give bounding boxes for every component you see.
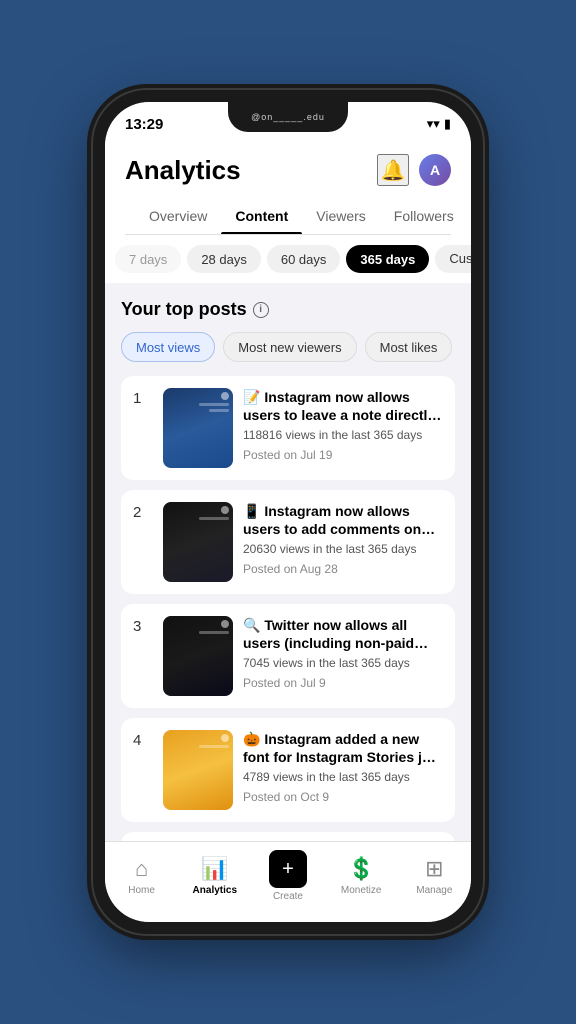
table-row[interactable]: 5 📱 Threads now allows users to share a … [121, 832, 455, 841]
post-title: 🔍 Twitter now allows all users (includin… [243, 616, 443, 652]
create-button[interactable]: + [269, 850, 307, 888]
post-info: 📝 Instagram now allows users to leave a … [243, 388, 443, 468]
post-info: 🔍 Twitter now allows all users (includin… [243, 616, 443, 696]
post-views: 4789 views in the last 365 days [243, 770, 443, 784]
home-icon: ⌂ [135, 856, 148, 882]
time-filter: 7 days 28 days 60 days 365 days Custom ▾ [105, 235, 471, 283]
post-thumbnail [163, 730, 233, 810]
chip-365days[interactable]: 365 days [346, 245, 429, 273]
status-handle: @on_____.edu [251, 112, 325, 122]
nav-create[interactable]: + Create [258, 850, 318, 902]
post-rank: 1 [133, 388, 153, 468]
post-rank: 2 [133, 502, 153, 582]
table-row[interactable]: 1 📝 Instagram now allows users to leave … [121, 376, 455, 480]
header-actions: 🔔 A [377, 154, 451, 186]
tab-followers[interactable]: Followers [380, 198, 468, 234]
filter-pills: Most views Most new viewers Most likes N… [121, 332, 455, 362]
post-date: Posted on Jul 9 [243, 676, 443, 690]
post-thumbnail [163, 616, 233, 696]
post-title: 📱 Instagram now allows users to add comm… [243, 502, 443, 538]
chip-7days[interactable]: 7 days [115, 245, 181, 273]
table-row[interactable]: 4 🎃 Instagram added a new font for Insta… [121, 718, 455, 822]
section-title: Your top posts i [121, 299, 455, 320]
plus-icon: + [282, 859, 294, 879]
table-row[interactable]: 2 📱 Instagram now allows users to add co… [121, 490, 455, 594]
post-views: 20630 views in the last 365 days [243, 542, 443, 556]
phone-screen: 13:29 @on_____.edu ▾▾ ▮ Analytics 🔔 A Ov… [105, 102, 471, 922]
top-posts-section: Your top posts i Most views Most new vie… [105, 283, 471, 841]
post-views: 7045 views in the last 365 days [243, 656, 443, 670]
tab-viewers[interactable]: Viewers [302, 198, 380, 234]
status-time: 13:29 [125, 116, 163, 133]
post-info: 📱 Instagram now allows users to add comm… [243, 502, 443, 582]
post-date: Posted on Aug 28 [243, 562, 443, 576]
chip-28days[interactable]: 28 days [187, 245, 261, 273]
nav-create-label: Create [273, 891, 303, 902]
tab-content[interactable]: Content [221, 198, 302, 234]
header-top: Analytics 🔔 A [125, 154, 451, 186]
post-rank: 3 [133, 616, 153, 696]
status-icons: ▾▾ ▮ [427, 116, 451, 132]
nav-monetize[interactable]: 💲 Monetize [331, 856, 391, 896]
battery-icon: ▮ [444, 116, 451, 132]
post-thumbnail [163, 502, 233, 582]
wifi-icon: ▾▾ [427, 116, 440, 132]
nav-manage-label: Manage [416, 885, 452, 896]
page-title: Analytics [125, 155, 241, 186]
monetize-icon: 💲 [347, 856, 374, 882]
info-icon[interactable]: i [253, 302, 269, 318]
post-title: 📝 Instagram now allows users to leave a … [243, 388, 443, 424]
nav-tabs: Overview Content Viewers Followers [125, 198, 451, 235]
post-info: 🎃 Instagram added a new font for Instagr… [243, 730, 443, 810]
status-notch: @on_____.edu [228, 102, 348, 132]
filter-most-likes[interactable]: Most likes [365, 332, 453, 362]
chip-60days[interactable]: 60 days [267, 245, 341, 273]
nav-analytics[interactable]: 📊 Analytics [185, 856, 245, 896]
filter-most-new-viewers[interactable]: Most new viewers [223, 332, 356, 362]
nav-manage[interactable]: ⊞ Manage [404, 856, 464, 896]
notifications-button[interactable]: 🔔 [377, 154, 409, 186]
nav-home[interactable]: ⌂ Home [112, 856, 172, 896]
main-content[interactable]: Your top posts i Most views Most new vie… [105, 283, 471, 841]
nav-analytics-label: Analytics [193, 885, 237, 896]
analytics-icon: 📊 [201, 856, 228, 882]
nav-monetize-label: Monetize [341, 885, 382, 896]
status-bar: 13:29 @on_____.edu ▾▾ ▮ [105, 102, 471, 146]
post-date: Posted on Jul 19 [243, 448, 443, 462]
manage-icon: ⊞ [425, 856, 443, 882]
post-title: 🎃 Instagram added a new font for Instagr… [243, 730, 443, 766]
post-date: Posted on Oct 9 [243, 790, 443, 804]
avatar[interactable]: A [419, 154, 451, 186]
post-rank: 4 [133, 730, 153, 810]
nav-home-label: Home [128, 885, 155, 896]
tab-overview[interactable]: Overview [135, 198, 221, 234]
table-row[interactable]: 3 🔍 Twitter now allows all users (includ… [121, 604, 455, 708]
header: Analytics 🔔 A Overview Content Viewers F… [105, 146, 471, 235]
phone-shell: 13:29 @on_____.edu ▾▾ ▮ Analytics 🔔 A Ov… [93, 90, 483, 934]
post-thumbnail [163, 388, 233, 468]
chip-custom[interactable]: Custom ▾ [435, 245, 471, 273]
filter-most-views[interactable]: Most views [121, 332, 215, 362]
post-views: 118816 views in the last 365 days [243, 428, 443, 442]
bottom-nav: ⌂ Home 📊 Analytics + Create 💲 Monetize ⊞… [105, 841, 471, 922]
